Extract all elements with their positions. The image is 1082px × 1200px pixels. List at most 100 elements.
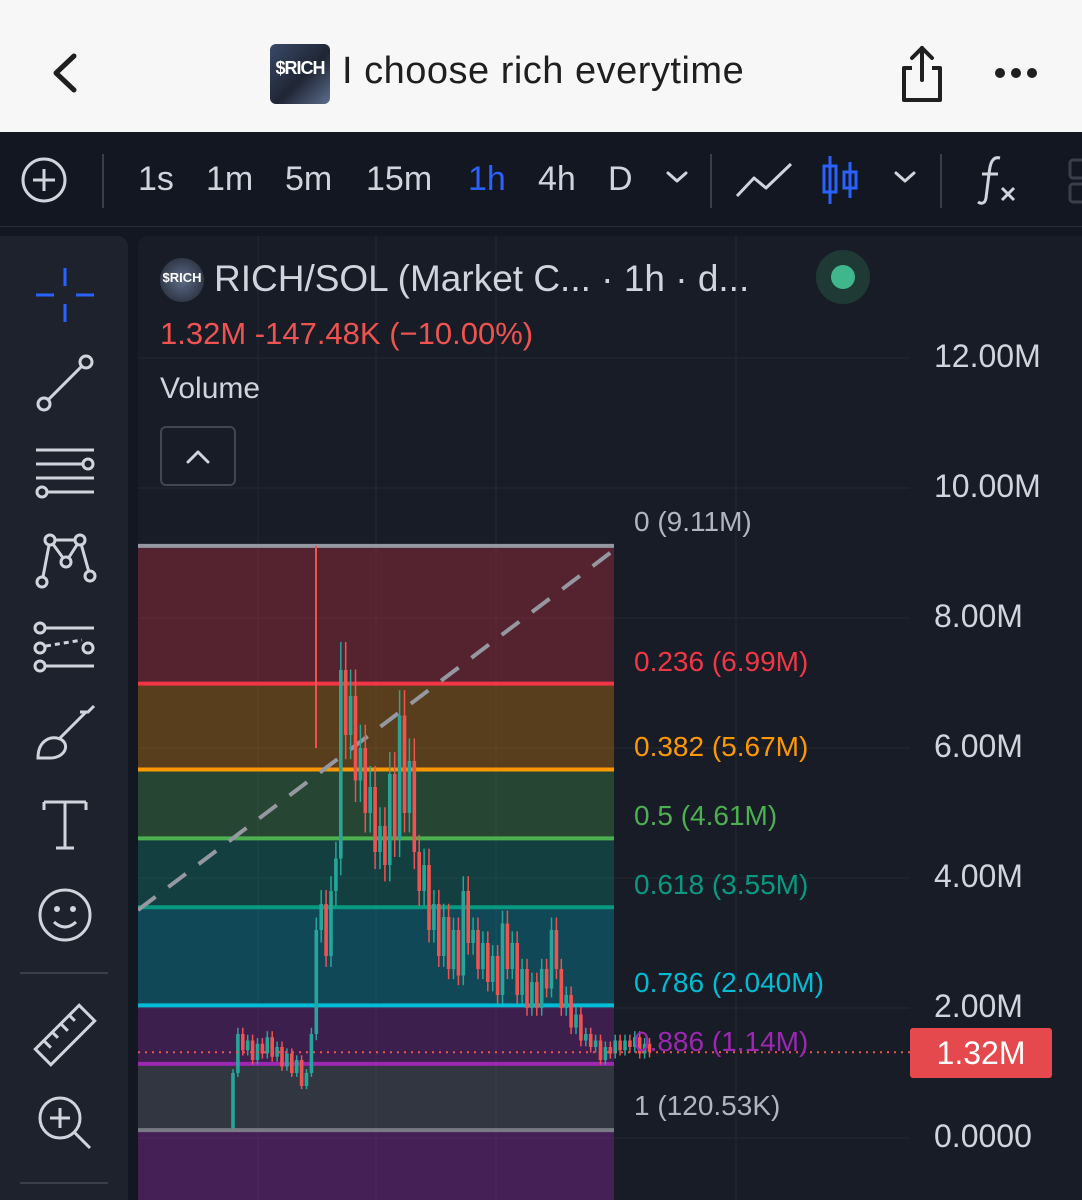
drawing-toolbar <box>0 236 128 1200</box>
token-logo: $RICH <box>270 44 330 104</box>
indicators-icon[interactable] <box>976 154 1020 206</box>
toolbar-divider <box>20 1182 108 1184</box>
back-icon[interactable] <box>44 48 94 98</box>
candle-body <box>593 1040 598 1047</box>
candle-body <box>417 852 421 891</box>
fib-band <box>138 1130 614 1200</box>
timeframe-d[interactable]: D <box>608 160 633 199</box>
candle-body <box>270 1037 274 1057</box>
candle-body <box>628 1040 632 1047</box>
collapse-legend-button[interactable] <box>160 426 236 486</box>
forecast-tool-icon[interactable] <box>30 612 100 682</box>
candle-body <box>358 748 363 781</box>
candle-body <box>324 904 328 956</box>
candle-body <box>397 715 402 839</box>
candle-body <box>407 761 412 813</box>
candle-body <box>422 865 426 891</box>
zoom-in-icon[interactable] <box>30 1088 100 1158</box>
candle-body <box>466 891 470 943</box>
candle-body <box>334 858 338 891</box>
candle-body <box>250 1040 255 1060</box>
candle-body <box>579 1014 583 1041</box>
candle-body <box>441 917 446 956</box>
candle-body <box>608 1047 613 1054</box>
toolbar-divider <box>710 154 712 208</box>
add-symbol-icon[interactable] <box>20 156 68 204</box>
candle-body <box>520 969 524 995</box>
fib-level-label: 0.5 (4.61M) <box>634 800 778 832</box>
more-options-icon[interactable] <box>992 60 1040 86</box>
price-axis-tick: 0.0000 <box>934 1118 1032 1154</box>
emoji-icon[interactable] <box>30 880 100 950</box>
candle-body <box>525 969 529 1008</box>
toolbar-divider <box>102 154 104 208</box>
candle-body <box>392 774 397 839</box>
more-tools-icon[interactable] <box>1066 158 1082 204</box>
timeframe-1m[interactable]: 1m <box>206 160 253 199</box>
price-axis-tick: 12.00M <box>934 338 1041 374</box>
timeframe-5m[interactable]: 5m <box>285 160 332 199</box>
candle-body <box>427 865 431 930</box>
timeframe-1s[interactable]: 1s <box>138 160 174 199</box>
candle-body <box>510 943 515 969</box>
fib-level-label: 0.618 (3.55M) <box>634 869 809 901</box>
text-tool-icon[interactable] <box>30 790 100 860</box>
line-chart-icon[interactable] <box>734 160 794 200</box>
symbol-title[interactable]: RICH/SOL (Market C... · 1h · d... <box>214 258 749 300</box>
candle-body <box>461 891 466 976</box>
ruler-icon[interactable] <box>30 1000 100 1070</box>
candle-body <box>446 917 451 969</box>
horizontal-lines-icon[interactable] <box>30 436 100 506</box>
candle-body <box>530 982 534 1008</box>
candle-body <box>554 930 559 969</box>
candle-body <box>456 930 461 976</box>
symbol-logo: $RICH <box>160 258 204 302</box>
candle-body <box>539 969 544 1008</box>
toolbar-divider <box>20 972 108 974</box>
candle-body <box>368 787 372 813</box>
candle-body <box>549 930 554 989</box>
candle-body <box>559 969 564 1008</box>
timeframe-4h[interactable]: 4h <box>538 160 576 199</box>
candle-body <box>294 1060 299 1073</box>
chart-pane[interactable]: $RICH RICH/SOL (Market C... · 1h · d... … <box>138 236 1082 1200</box>
brush-icon[interactable] <box>30 700 100 770</box>
volume-label[interactable]: Volume <box>160 372 260 406</box>
chevron-down-icon[interactable] <box>664 168 690 186</box>
chart-toolbar: 1s 1m 5m 15m 1h 4h D <box>0 132 1082 227</box>
candle-body <box>412 761 417 852</box>
fib-band <box>138 545 614 684</box>
fib-level-label: 1 (120.53K) <box>634 1090 781 1122</box>
candle-body <box>574 1014 578 1028</box>
timeframe-15m[interactable]: 15m <box>366 160 432 199</box>
candle-body <box>245 1040 250 1051</box>
fib-level-label: 0 (9.11M) <box>634 505 752 537</box>
trend-line-icon[interactable] <box>30 348 100 418</box>
candle-body <box>353 696 358 781</box>
pattern-tool-icon[interactable] <box>30 524 100 594</box>
fib-level-label: 0.236 (6.99M) <box>634 645 809 677</box>
candle-body <box>388 774 392 865</box>
price-axis-tick: 6.00M <box>934 728 1023 764</box>
candlestick-chart-icon[interactable] <box>820 154 860 206</box>
candle-body <box>495 956 500 995</box>
candle-body <box>476 930 480 969</box>
toolbar-divider <box>940 154 942 208</box>
price-axis-tick: 4.00M <box>934 858 1023 894</box>
candle-body <box>544 969 549 989</box>
chevron-up-icon <box>186 450 210 464</box>
candle-body <box>598 1040 603 1060</box>
candle-body <box>505 923 510 969</box>
share-icon[interactable] <box>896 44 948 104</box>
timeframe-1h[interactable]: 1h <box>468 160 506 199</box>
candle-body <box>490 956 495 982</box>
price-change: 1.32M -147.48K (−10.00%) <box>160 316 534 351</box>
chevron-down-icon[interactable] <box>892 168 918 186</box>
candle-body <box>329 891 333 956</box>
crosshair-icon[interactable] <box>30 260 100 330</box>
candle-body <box>304 1073 309 1086</box>
candle-body <box>299 1060 304 1086</box>
candle-body <box>290 1053 294 1073</box>
fib-band <box>138 1063 614 1131</box>
candle-body <box>319 904 323 930</box>
